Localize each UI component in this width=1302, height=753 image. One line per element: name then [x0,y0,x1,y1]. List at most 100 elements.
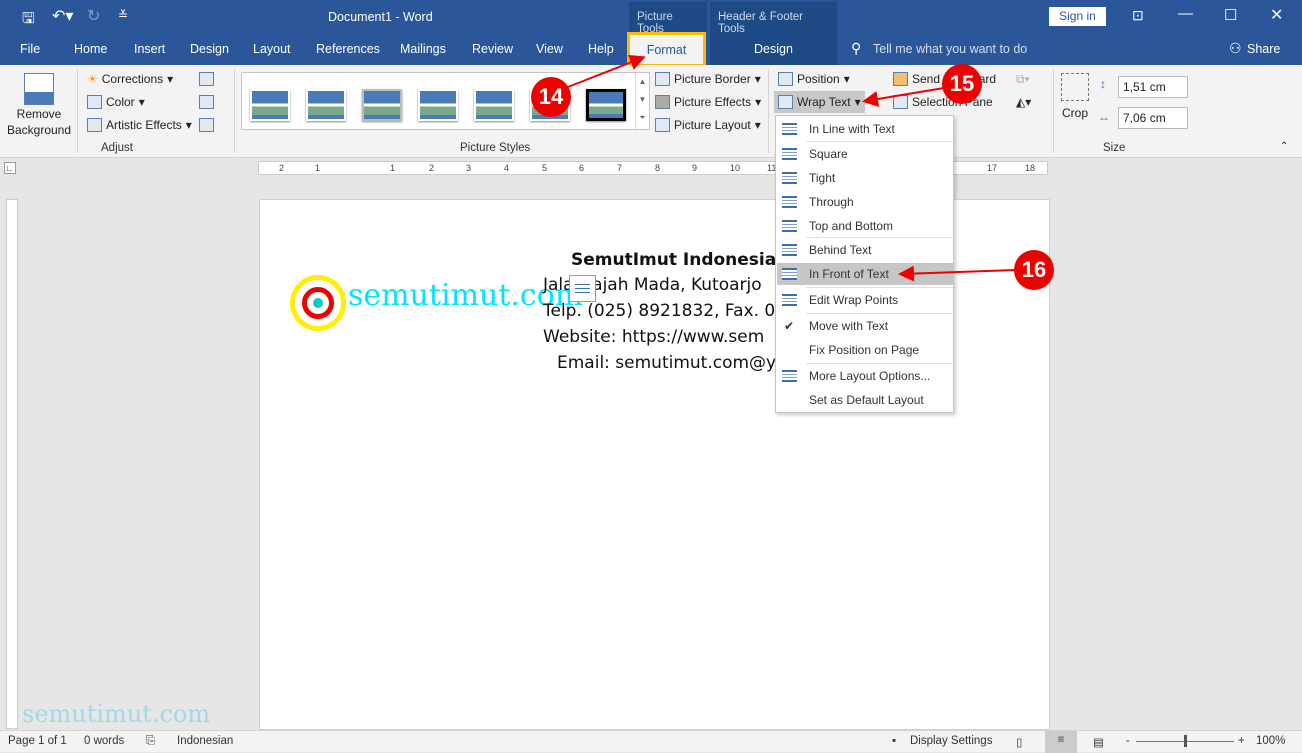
ruler-tick-label: 9 [692,163,698,173]
tab-help[interactable]: Help [588,42,614,56]
tab-insert[interactable]: Insert [134,42,165,56]
layout-options-icon[interactable] [569,275,596,302]
ribbon: Remove Background ☀ Corrections ▾ Color ▾ A… [0,65,1302,158]
tab-references[interactable]: References [316,42,380,56]
wrap-text-button[interactable]: Wrap Text ▾ [774,91,865,113]
ribbon-display-icon[interactable]: ⊡ [1132,7,1144,24]
language[interactable]: Indonesian [177,735,233,747]
wrap-option-icon [782,148,797,160]
logo-image[interactable] [290,275,346,331]
tab-home[interactable]: Home [74,42,107,56]
artistic-effects-icon [87,118,102,132]
position-button[interactable]: Position ▾ [778,72,850,86]
ruler-tick-label: 7 [617,163,623,173]
picture-border-button[interactable]: Picture Border ▾ [655,72,761,86]
wrap-menu-item[interactable]: Behind Text [777,239,953,261]
wrap-menu-item[interactable]: In Front of Text [777,263,953,285]
style-thumb[interactable] [306,89,346,121]
position-icon [778,72,793,86]
wrap-menu-item[interactable]: Edit Wrap Points [777,289,953,311]
close-button[interactable]: ✕ [1270,5,1283,25]
width-input[interactable]: 7,06 cm [1118,107,1188,129]
ruler-tick-label: 2 [429,163,435,173]
tab-mailings[interactable]: Mailings [400,42,446,56]
share-button[interactable]: Share [1247,42,1280,56]
tab-file[interactable]: File [20,42,40,56]
vertical-ruler[interactable] [6,199,18,729]
annotation-badge: 16 [1014,250,1054,290]
wrap-menu-label: Tight [809,171,836,185]
wrap-menu-label: More Layout Options... [809,369,931,383]
corrections-button[interactable]: ☀ Corrections ▾ [87,72,173,86]
page-count[interactable]: Page 1 of 1 [8,735,67,747]
style-thumb[interactable] [362,89,402,121]
word-count[interactable]: 0 words [84,735,124,747]
size-group-label: Size [1103,142,1126,154]
tab-selector[interactable]: ∟ [4,162,16,174]
wrap-menu-item[interactable]: Square [777,143,953,165]
group-icon[interactable]: ⧉▾ [1016,72,1030,87]
tab-layout[interactable]: Layout [253,42,291,56]
wrap-option-icon [782,244,797,256]
picture-styles-gallery[interactable]: ▲ ▼ ⏷ [241,72,650,130]
wrap-menu-item[interactable]: Fix Position on Page [777,339,953,361]
picture-layout-button[interactable]: Picture Layout ▾ [655,118,761,132]
wrap-menu-label: Move with Text [809,319,889,333]
crop-button[interactable]: Crop [1062,106,1088,120]
customize-qat-icon[interactable]: ≚ [118,8,128,22]
style-thumb[interactable] [250,89,290,121]
zoom-out-button[interactable]: - [1126,735,1130,747]
zoom-level[interactable]: 100% [1256,735,1285,747]
style-thumb[interactable] [418,89,458,121]
wrap-menu-item[interactable]: In Line with Text [777,118,953,140]
wrap-menu-item[interactable]: More Layout Options... [777,365,953,387]
compress-pictures-icon[interactable] [199,72,214,86]
minimize-button[interactable]: — [1178,5,1193,22]
zoom-slider[interactable] [1136,735,1234,747]
style-thumb[interactable] [474,89,514,121]
selection-pane-button[interactable]: Selection Pane [893,95,993,109]
save-icon[interactable]: 🖫 [22,8,35,33]
wrap-menu-item[interactable]: Top and Bottom [777,215,953,237]
zoom-in-button[interactable]: + [1238,735,1245,747]
ruler-tick-label: 3 [466,163,472,173]
read-mode-icon[interactable]: ▯ [1016,735,1022,749]
wrap-option-icon [782,268,797,280]
artistic-effects-button[interactable]: Artistic Effects ▾ [87,118,192,132]
tab-design[interactable]: Design [190,42,229,56]
print-layout-icon[interactable]: ≡ [1045,731,1077,753]
tab-review[interactable]: Review [472,42,513,56]
web-layout-icon[interactable]: ▤ [1093,735,1104,749]
crop-icon [1061,73,1089,101]
picture-effects-button[interactable]: Picture Effects ▾ [655,95,761,109]
maximize-button[interactable]: ☐ [1224,6,1237,24]
change-picture-icon[interactable] [199,95,214,109]
share-icon[interactable]: ⚇ [1229,40,1242,57]
redo-icon[interactable]: ↻ [87,6,100,26]
display-settings-button[interactable]: Display Settings [910,735,992,747]
wrap-menu-item[interactable]: Tight [777,167,953,189]
proofing-icon[interactable]: ⎘ [146,735,155,748]
wrap-option-icon [782,196,797,208]
tab-format[interactable]: Format [627,32,706,67]
tab-header-footer-design[interactable]: Design [710,34,837,65]
reset-picture-icon[interactable] [199,118,214,132]
color-button[interactable]: Color ▾ [87,95,145,109]
doc-line: SemutImut Indonesia T [571,250,794,270]
undo-icon[interactable]: ↶▾ [52,6,73,26]
collapse-ribbon-icon[interactable]: ⌃ [1280,141,1288,152]
gallery-scroll[interactable]: ▲ ▼ ⏷ [635,73,649,129]
picture-styles-group-label: Picture Styles [460,142,531,154]
wrap-menu-item[interactable]: ✔ Move with Text [777,315,953,337]
height-input[interactable]: 1,51 cm [1118,76,1188,98]
tab-view[interactable]: View [536,42,563,56]
tell-me-input[interactable]: Tell me what you want to do [873,42,1027,56]
remove-background-button[interactable]: Remove Background [5,106,73,138]
rotate-icon[interactable]: ◭▾ [1016,95,1031,109]
sign-in-button[interactable]: Sign in [1049,7,1106,26]
style-thumb[interactable] [586,89,626,121]
wrap-menu-item[interactable]: Set as Default Layout [777,389,953,411]
wrap-menu-item[interactable]: Through [777,191,953,213]
annotation-badge: 15 [942,64,982,104]
wrap-menu-label: Fix Position on Page [809,343,920,357]
